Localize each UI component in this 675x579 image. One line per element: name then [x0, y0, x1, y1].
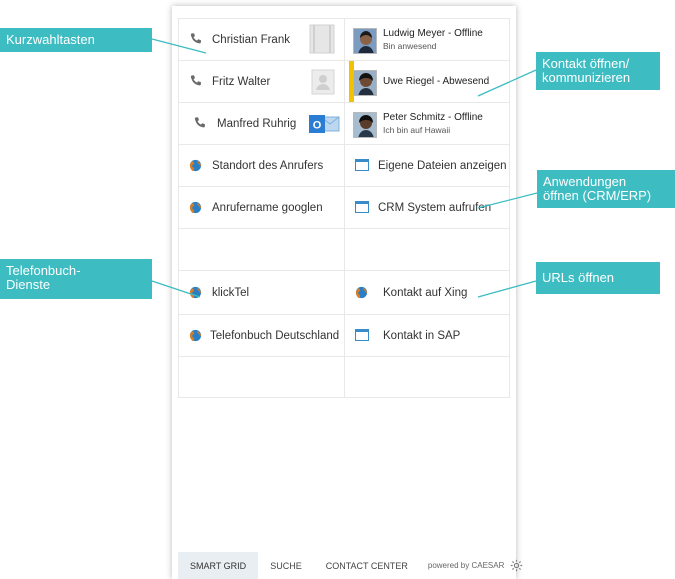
contact-ludwig-meyer[interactable]: Ludwig Meyer - Offline Bin anwesend: [344, 18, 510, 60]
smart-grid-panel: Christian Frank Ludwig Meyer - Offline B…: [172, 6, 523, 579]
bottom-tab-bar: SMART GRID SUCHE CONTACT CENTER powered …: [178, 552, 523, 579]
presence-indicator: [345, 103, 349, 144]
speed-dial-christian-frank[interactable]: Christian Frank: [178, 18, 344, 60]
globe-icon: [189, 159, 202, 172]
gear-icon[interactable]: [510, 559, 523, 572]
phone-icon: [189, 32, 203, 46]
avatar: [353, 112, 377, 138]
globe-icon: [189, 201, 202, 214]
contact-name: Ludwig Meyer - Offline: [383, 28, 483, 39]
address-book-icon: [309, 24, 335, 54]
function-klicktel[interactable]: klickTel: [178, 270, 344, 314]
contact-name: Peter Schmitz - Offline: [383, 112, 483, 123]
callout-text: Anwendungen: [543, 174, 627, 189]
empty-grid-cell: [344, 356, 510, 398]
phone-icon: [193, 116, 207, 130]
contact-uwe-riegel[interactable]: Uwe Riegel - Abwesend: [344, 60, 510, 102]
function-label: Eigene Dateien anzeigen: [378, 160, 507, 172]
callout-anwendungen: Anwendungen öffnen (CRM/ERP): [537, 170, 675, 208]
globe-icon: [355, 286, 368, 299]
function-google-caller[interactable]: Anrufername googlen: [178, 186, 344, 228]
function-label: Kontakt in SAP: [383, 330, 461, 342]
function-caller-location[interactable]: Standort des Anrufers: [178, 144, 344, 186]
globe-icon: [189, 286, 202, 299]
contact-card-icon: [311, 69, 335, 95]
speed-dial-fritz-walter[interactable]: Fritz Walter: [178, 60, 344, 102]
tab-contact-center[interactable]: CONTACT CENTER: [314, 552, 420, 579]
speed-dial-label: Fritz Walter: [212, 76, 271, 88]
function-label: Anrufername googlen: [212, 202, 323, 214]
presence-indicator: [345, 19, 349, 60]
globe-icon: [189, 329, 202, 342]
function-xing[interactable]: Kontakt auf Xing: [344, 270, 510, 314]
function-label: CRM System aufrufen: [378, 202, 492, 214]
function-label: Standort des Anrufers: [212, 160, 324, 172]
tab-suche[interactable]: SUCHE: [258, 552, 314, 579]
callout-kurzwahltasten: Kurzwahltasten: [0, 28, 152, 52]
svg-text:O: O: [313, 120, 322, 132]
callout-kontakt: Kontakt öffnen/ kommunizieren: [536, 52, 660, 90]
smart-grid: Christian Frank Ludwig Meyer - Offline B…: [178, 18, 510, 398]
function-label: klickTel: [212, 287, 250, 299]
avatar: [353, 28, 377, 54]
phone-icon: [189, 74, 203, 88]
contact-status: Bin anwesend: [383, 41, 437, 51]
callout-text: Kurzwahltasten: [6, 32, 95, 47]
function-telefonbuch[interactable]: Telefonbuch Deutschland: [178, 314, 344, 356]
function-sap[interactable]: Kontakt in SAP: [344, 314, 510, 356]
speed-dial-label: Manfred Ruhrig: [217, 118, 297, 130]
empty-grid-cell: [178, 228, 344, 270]
window-icon: [355, 201, 369, 213]
empty-grid-cell: [178, 356, 344, 398]
avatar: [353, 70, 377, 96]
function-label: Telefonbuch Deutschland: [210, 330, 340, 342]
contact-name: Uwe Riegel - Abwesend: [383, 76, 490, 87]
function-own-files[interactable]: Eigene Dateien anzeigen: [344, 144, 510, 186]
powered-by-label: powered by CAESAR: [427, 561, 505, 570]
window-icon: [355, 159, 369, 171]
speed-dial-label: Christian Frank: [212, 34, 290, 46]
speed-dial-manfred-ruhrig[interactable]: Manfred Ruhrig O: [178, 102, 344, 144]
callout-text: URLs öffnen: [542, 270, 615, 285]
callout-telefonbuch: Telefonbuch- Dienste: [0, 259, 152, 299]
callout-text: Telefonbuch-: [6, 263, 81, 278]
callout-urls: URLs öffnen: [536, 262, 660, 294]
empty-grid-cell: [344, 228, 510, 270]
outlook-icon: O: [307, 113, 341, 135]
function-crm-system[interactable]: CRM System aufrufen: [344, 186, 510, 228]
tab-smart-grid[interactable]: SMART GRID: [178, 552, 259, 579]
callout-text: Kontakt öffnen/: [542, 56, 630, 71]
contact-status: Ich bin auf Hawaii: [383, 125, 451, 135]
callout-text: kommunizieren: [542, 70, 631, 85]
window-icon: [355, 329, 369, 341]
function-label: Kontakt auf Xing: [383, 287, 468, 299]
callout-text: öffnen (CRM/ERP): [543, 188, 652, 203]
callout-text: Dienste: [6, 277, 51, 292]
contact-peter-schmitz[interactable]: Peter Schmitz - Offline Ich bin auf Hawa…: [344, 102, 510, 144]
